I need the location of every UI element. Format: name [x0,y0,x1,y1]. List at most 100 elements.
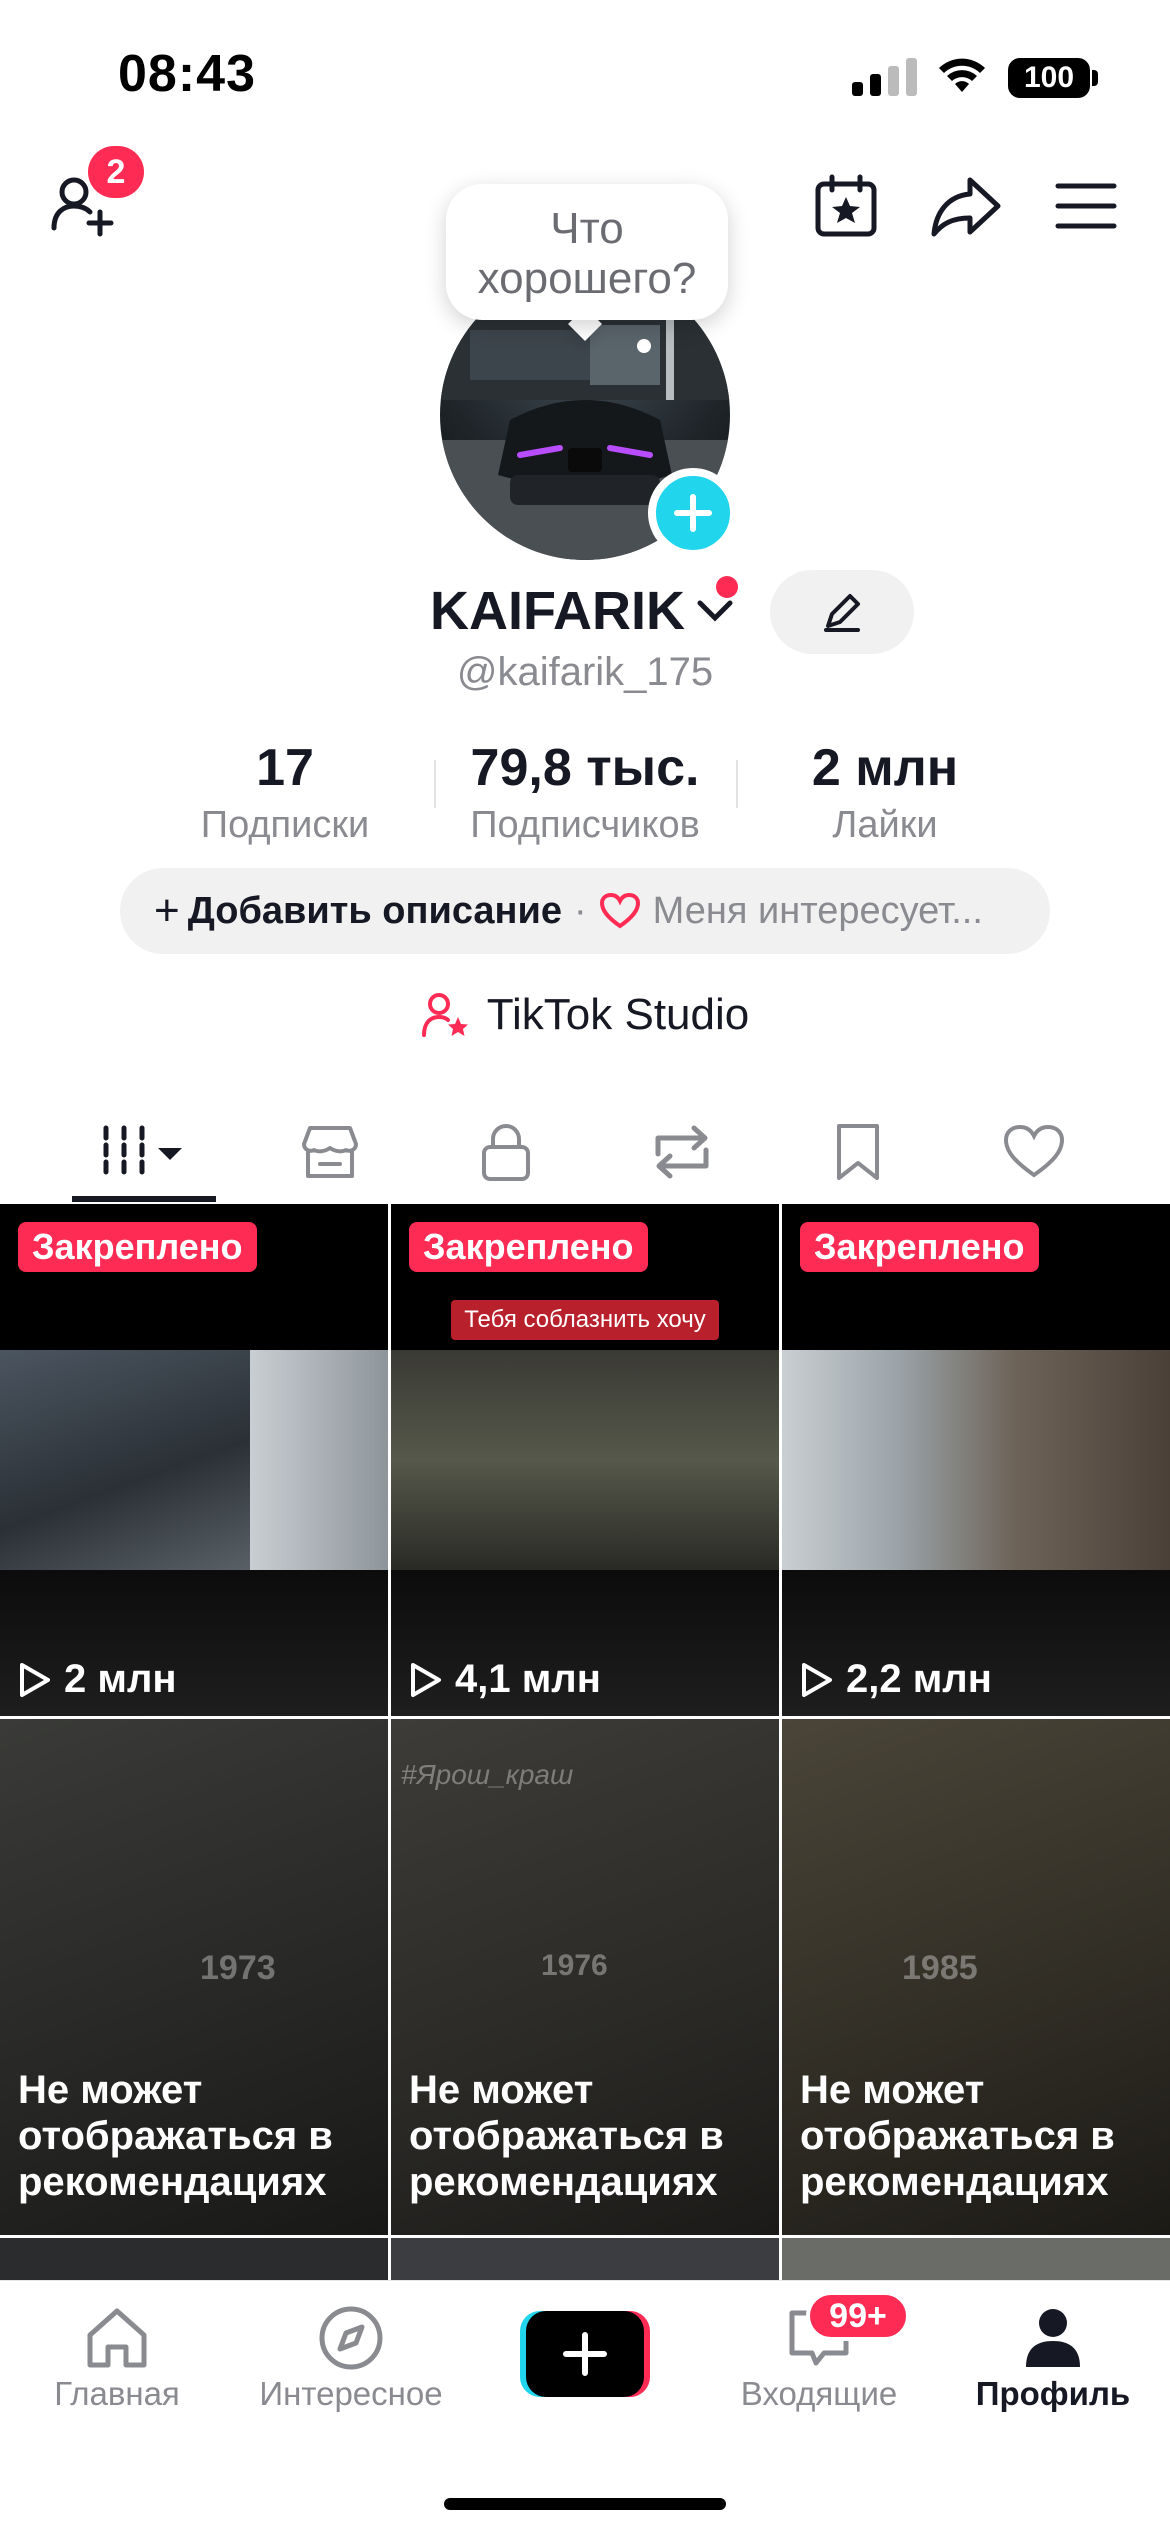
heart-icon [1003,1124,1065,1178]
bottom-navigation: Главная Интересное Входящие 99+ Профиль [0,2280,1170,2532]
view-count-text: 2 млн [64,1657,177,1701]
add-story-button[interactable] [648,468,738,558]
create-button-core [526,2311,644,2397]
content-tabs [0,1100,1170,1204]
inbox-badge: 99+ [806,2291,910,2341]
calendar-button[interactable] [804,164,888,248]
video-thumbnail [391,1350,779,1570]
plus-icon [674,494,712,532]
video-grid: Закреплено 2 млн Тебя соблазнить хочу За… [0,1204,1170,2280]
view-count: 2,2 млн [800,1657,992,1702]
nav-home-label: Главная [54,2375,180,2412]
pinned-badge: Закреплено [18,1222,257,1272]
divider [736,760,738,808]
video-thumbnail [782,1350,1170,1570]
divider [434,760,436,808]
following-label: Подписки [200,804,370,846]
tab-favorites[interactable] [786,1100,930,1204]
video-tile[interactable] [0,2238,388,2280]
repost-icon [655,1125,709,1179]
plus-icon [563,2332,607,2376]
create-button[interactable] [520,2311,650,2397]
battery-icon: 100 [1008,58,1090,98]
cellular-signal-icon [852,58,917,96]
menu-button[interactable] [1044,164,1128,248]
view-count-text: 4,1 млн [455,1657,601,1701]
chevron-down-icon [697,600,733,622]
tiktok-studio-link[interactable]: TikTok Studio [0,990,1170,1040]
display-name: KAIFARIK [430,581,685,641]
video-tile[interactable]: Тебя соблазнить хочу Закреплено 4,1 млн [391,1204,779,1716]
edit-profile-button[interactable] [770,570,914,654]
restricted-warning: Не может отображаться в рекомендациях [800,2068,1115,2204]
tab-videos[interactable] [72,1100,216,1204]
video-tile[interactable]: #Ярош_краш 1976 Не может отображаться в … [391,1719,779,2235]
pinned-badge: Закреплено [409,1222,648,1272]
tab-showcase[interactable] [258,1100,402,1204]
view-count: 4,1 млн [409,1657,601,1702]
nav-profile-label: Профиль [975,2375,1131,2412]
notification-dot [716,576,738,598]
restricted-warning: Не может отображаться в рекомендациях [409,2068,724,2204]
bookmark-icon [837,1124,879,1180]
calendar-star-icon [815,174,877,237]
following-stat[interactable]: 17 Подписки [170,738,400,847]
bio-pill[interactable]: + Добавить описание · Меня интересует... [120,868,1050,954]
add-description-link[interactable]: Добавить описание [188,890,562,933]
likes-count: 2 млн [811,739,959,797]
active-tab-indicator [72,1196,216,1202]
profile-person-icon [1026,2309,1080,2367]
tab-liked[interactable] [962,1100,1106,1204]
video-tile[interactable] [782,2238,1170,2280]
studio-user-star-icon [421,993,468,1037]
view-count: 2 млн [18,1657,177,1702]
heart-outline-icon [599,892,640,929]
tab-reposts[interactable] [610,1100,754,1204]
video-tile[interactable] [391,2238,779,2280]
pencil-icon [824,594,860,632]
video-tile[interactable]: Закреплено 2 млн [0,1204,388,1716]
likes-label: Лайки [832,804,938,846]
play-icon [20,1662,50,1697]
nav-home[interactable]: Главная [0,2301,234,2413]
home-indicator [444,2498,726,2510]
home-icon [87,2308,147,2368]
restricted-warning: Не может отображаться в рекомендациях [18,2068,333,2204]
share-profile-button[interactable] [924,164,1008,248]
friend-requests-badge: 2 [88,146,144,198]
wifi-icon [939,58,985,92]
video-overlay-year: 1976 [541,1949,608,1982]
share-arrow-icon [931,177,1001,237]
video-overlay-year: 1973 [200,1949,276,1987]
video-tile[interactable]: Закреплено 2,2 млн [782,1204,1170,1716]
followers-stat[interactable]: 79,8 тыс. Подписчиков [440,738,730,847]
battery-tip [1092,70,1098,86]
nav-profile[interactable]: Профиль [936,2301,1170,2413]
tab-private[interactable] [434,1100,578,1204]
hamburger-icon [1055,183,1117,229]
add-plus-icon: + [154,886,180,935]
following-count: 17 [256,739,314,797]
video-hashtag: #Ярош_краш [401,1759,574,1790]
followers-count: 79,8 тыс. [470,739,700,797]
status-time: 08:43 [118,45,256,103]
separator: · [574,889,587,932]
video-tile[interactable]: 1985 Не может отображаться в рекомендаци… [782,1719,1170,2235]
thumbnail-detail [250,1350,388,1570]
profile-name-switcher[interactable]: KAIFARIK [430,580,735,642]
nav-explore-label: Интересное [259,2375,443,2412]
view-count-text: 2,2 млн [846,1657,992,1701]
shop-icon [302,1126,358,1178]
videos-grid-icon [103,1125,182,1179]
video-tile[interactable]: 1973 Не может отображаться в рекомендаци… [0,1719,388,2235]
nav-inbox-label: Входящие [740,2375,898,2412]
lock-icon [482,1124,530,1181]
interests-link[interactable]: Меня интересует... [653,890,983,933]
video-caption: Тебя соблазнить хочу [451,1300,719,1340]
status-bubble[interactable]: Что хорошего? [446,184,728,320]
video-overlay-year: 1985 [902,1949,978,1987]
followers-label: Подписчиков [470,804,700,846]
nav-explore[interactable]: Интересное [234,2301,468,2413]
pinned-badge: Закреплено [800,1222,1039,1272]
likes-stat[interactable]: 2 млн Лайки [770,738,1000,847]
